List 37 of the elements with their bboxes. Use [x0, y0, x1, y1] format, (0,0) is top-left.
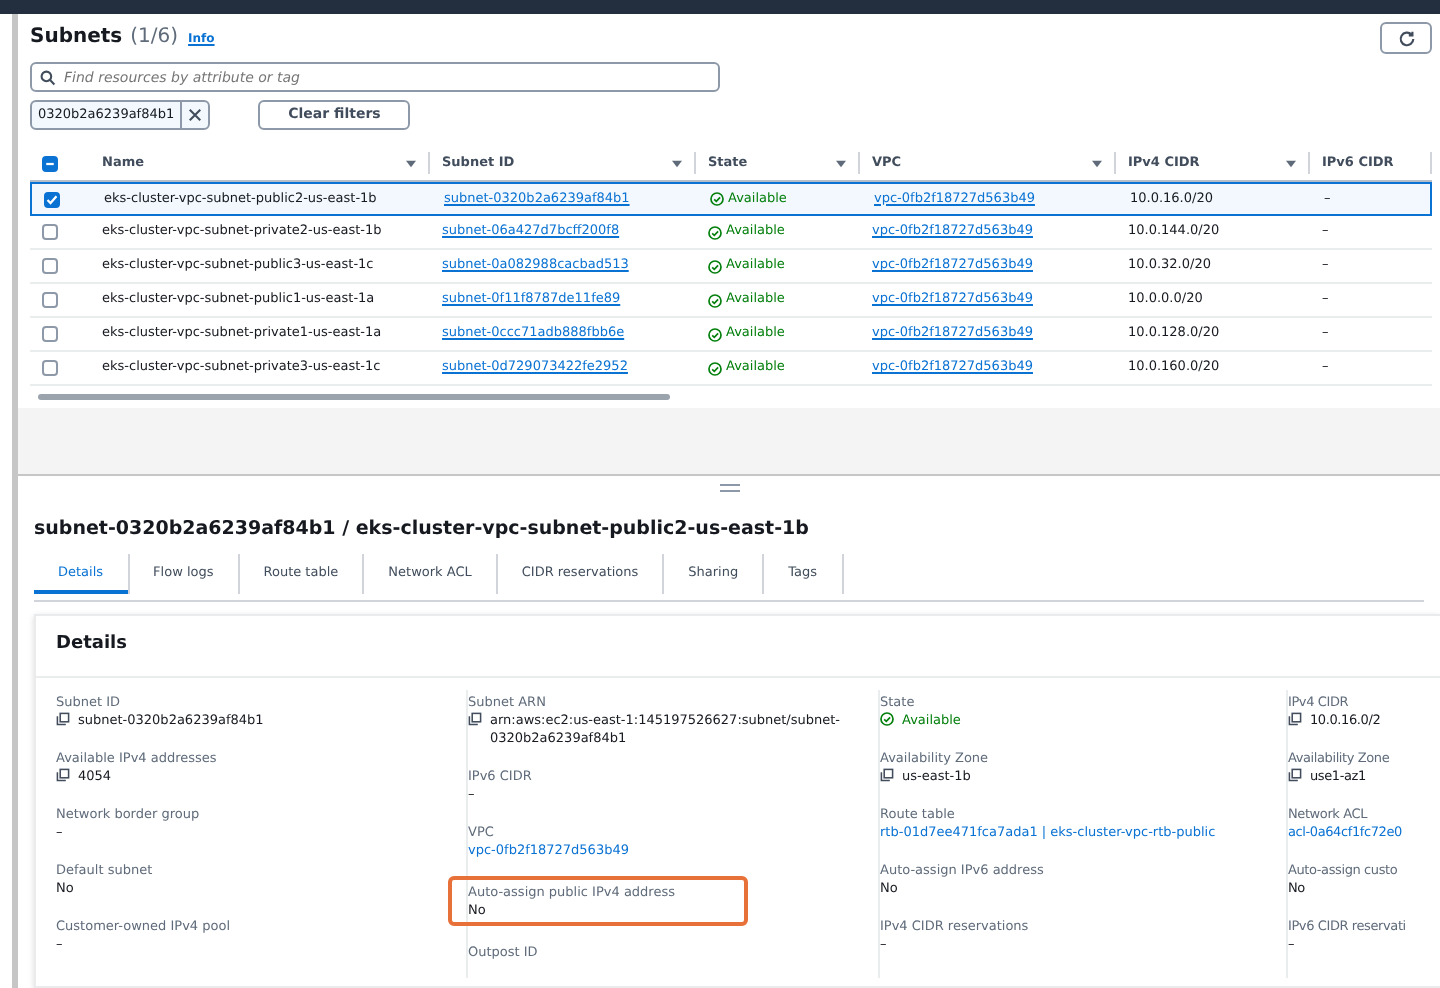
panel-title: Details	[36, 616, 1440, 677]
horizontal-scrollbar[interactable]	[38, 394, 670, 400]
check-circle-icon	[708, 225, 722, 239]
check-circle-icon	[880, 711, 894, 726]
copy-icon	[56, 711, 70, 726]
copy-icon	[880, 767, 894, 782]
resize-handle-icon[interactable]	[719, 484, 739, 492]
row-checkbox[interactable]	[42, 360, 58, 376]
select-all-checkbox[interactable]	[42, 155, 58, 171]
sort-caret-icon	[406, 159, 416, 167]
row-checkbox[interactable]	[42, 258, 58, 274]
copy-icon	[1288, 711, 1302, 726]
check-circle-icon	[708, 259, 722, 273]
check-circle-icon	[708, 327, 722, 341]
check-circle-icon	[708, 293, 722, 307]
subnet-detail-title: subnet-0320b2a6239af84b1 / eks-cluster-vpc-subnet-public2-us-east-1b	[32, 516, 811, 544]
row-checkbox[interactable]	[44, 191, 60, 207]
page-title: Subnets	[30, 24, 123, 52]
sort-caret-icon	[836, 159, 846, 167]
sort-caret-icon	[1092, 159, 1102, 167]
search-icon	[40, 70, 56, 86]
row-checkbox[interactable]	[42, 326, 58, 342]
copy-icon	[1288, 767, 1302, 782]
checkmark-icon	[46, 193, 58, 205]
check-circle-icon	[708, 361, 722, 375]
sort-caret-icon	[1286, 159, 1296, 167]
close-icon	[188, 108, 203, 122]
check-circle-icon	[710, 192, 724, 206]
dash-icon	[44, 157, 56, 169]
row-checkbox[interactable]	[42, 292, 58, 308]
row-checkbox[interactable]	[42, 224, 58, 240]
sort-caret-icon	[672, 159, 682, 167]
refresh-button[interactable]	[1380, 22, 1432, 54]
copy-icon	[56, 767, 70, 782]
refresh-icon	[1397, 29, 1415, 47]
selection-count: (1/6)	[130, 24, 179, 52]
copy-icon	[468, 711, 482, 726]
